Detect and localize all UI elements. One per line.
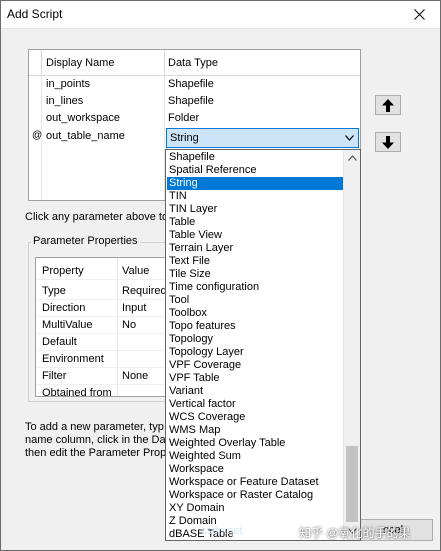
arrow-up-icon: [382, 99, 394, 112]
window-title: Add Script: [7, 7, 63, 21]
dropdown-option[interactable]: Table: [167, 216, 344, 229]
dropdown-option[interactable]: Weighted Sum: [167, 450, 344, 463]
current-row-marker: @: [32, 130, 43, 141]
prop-value[interactable]: Required: [122, 285, 167, 297]
dropdown-option[interactable]: VPF Coverage: [167, 359, 344, 372]
dropdown-option[interactable]: Spatial Reference: [167, 164, 344, 177]
dropdown-option[interactable]: Workspace: [167, 463, 344, 476]
close-button[interactable]: [400, 1, 440, 28]
header-data-type[interactable]: Data Type: [168, 57, 218, 69]
parameter-properties-table: Property Value Type Required Direction I…: [35, 257, 175, 397]
param-name[interactable]: in_lines: [46, 95, 83, 107]
scrollbar-thumb[interactable]: [346, 446, 358, 522]
param-name[interactable]: out_workspace: [46, 112, 120, 124]
dropdown-scrollbar[interactable]: [343, 150, 360, 540]
prop-name: Filter: [42, 370, 67, 382]
watermark-text: 知乎 @氧化的手的果: [299, 526, 411, 540]
prop-row[interactable]: Default: [36, 334, 174, 351]
prop-name: Obtained from: [42, 387, 112, 397]
prop-header: Property Value: [36, 263, 174, 280]
prop-value[interactable]: Input: [122, 302, 146, 314]
header-property: Property: [42, 265, 84, 277]
dropdown-option[interactable]: TIN: [167, 190, 344, 203]
dropdown-option[interactable]: Tile Size: [167, 268, 344, 281]
prop-value[interactable]: No: [122, 319, 136, 331]
scroll-up-button[interactable]: [344, 150, 360, 167]
param-type[interactable]: Folder: [168, 112, 199, 124]
prop-value[interactable]: None: [122, 370, 148, 382]
dropdown-option[interactable]: Topology: [167, 333, 344, 346]
prop-row[interactable]: Obtained from: [36, 385, 174, 397]
chevron-down-icon: [345, 135, 354, 141]
dropdown-option[interactable]: Topo features: [167, 320, 344, 333]
dropdown-option[interactable]: WMS Map: [167, 424, 344, 437]
param-name[interactable]: in_points: [46, 78, 90, 90]
prop-name: Default: [42, 336, 77, 348]
prop-name: Type: [42, 285, 66, 297]
dropdown-option[interactable]: Time configuration: [167, 281, 344, 294]
prop-name: Environment: [42, 353, 104, 365]
grid-row[interactable]: in_points Shapefile: [29, 77, 360, 94]
dropdown-option[interactable]: String: [167, 177, 344, 190]
dropdown-option[interactable]: Table View: [167, 229, 344, 242]
dropdown-option[interactable]: VPF Table: [167, 372, 344, 385]
move-up-button[interactable]: [375, 95, 401, 115]
data-type-combobox[interactable]: String: [166, 128, 359, 148]
dropdown-option[interactable]: TIN Layer: [167, 203, 344, 216]
dropdown-option[interactable]: Workspace or Feature Dataset: [167, 476, 344, 489]
prop-name: Direction: [42, 302, 86, 314]
click-parameter-hint: Click any parameter above to: [25, 211, 169, 223]
grid-header: Display Name Data Type: [29, 50, 360, 76]
parameter-properties-title: Parameter Properties: [31, 235, 140, 247]
prop-row[interactable]: Direction Input: [36, 300, 174, 317]
dropdown-option[interactable]: Terrain Layer: [167, 242, 344, 255]
add-parameter-hint-line3: then edit the Parameter Prop: [25, 447, 167, 459]
title-bar: Add Script: [1, 1, 440, 29]
param-type[interactable]: Shapefile: [168, 78, 214, 90]
watermark-url: csdn.net: [201, 525, 243, 537]
dropdown-option[interactable]: XY Domain: [167, 502, 344, 515]
dropdown-option[interactable]: WCS Coverage: [167, 411, 344, 424]
dropdown-option[interactable]: Variant: [167, 385, 344, 398]
dropdown-option[interactable]: Weighted Overlay Table: [167, 437, 344, 450]
dropdown-option[interactable]: Vertical factor: [167, 398, 344, 411]
prop-row[interactable]: Type Required: [36, 283, 174, 300]
data-type-dropdown-list[interactable]: Shapefile Spatial Reference String TIN TIN L…: [165, 149, 361, 541]
header-display-name[interactable]: Display Name: [46, 57, 114, 69]
move-down-button[interactable]: [375, 132, 401, 152]
chevron-up-icon: [348, 155, 357, 161]
dropdown-option[interactable]: Text File: [167, 255, 344, 268]
combobox-value: String: [170, 132, 199, 144]
close-icon: [414, 9, 425, 20]
add-parameter-hint-line1: To add a new parameter, typ: [25, 421, 164, 433]
prop-name: MultiValue: [42, 319, 93, 331]
add-script-dialog: Add Script Display Name Data Type in_poi…: [0, 0, 441, 551]
dropdown-option[interactable]: Toolbox: [167, 307, 344, 320]
dropdown-option[interactable]: Workspace or Raster Catalog: [167, 489, 344, 502]
dropdown-option[interactable]: Topology Layer: [167, 346, 344, 359]
param-name[interactable]: out_table_name: [46, 130, 125, 142]
grid-row[interactable]: out_workspace Folder: [29, 111, 360, 128]
param-type[interactable]: Shapefile: [168, 95, 214, 107]
dropdown-option[interactable]: Shapefile: [167, 151, 344, 164]
header-value: Value: [122, 265, 150, 277]
prop-row[interactable]: Filter None: [36, 368, 174, 385]
prop-row[interactable]: MultiValue No: [36, 317, 174, 334]
add-parameter-hint-line2: name column, click in the Data: [25, 434, 175, 446]
dropdown-option[interactable]: Tool: [167, 294, 344, 307]
prop-row[interactable]: Environment: [36, 351, 174, 368]
arrow-down-icon: [382, 136, 394, 149]
grid-row[interactable]: in_lines Shapefile: [29, 94, 360, 111]
